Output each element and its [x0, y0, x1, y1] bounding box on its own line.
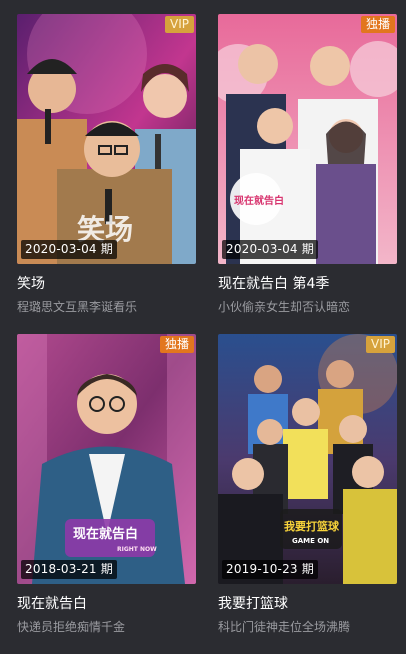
episode-date: 2019-10-23 期	[222, 560, 318, 579]
poster-logo-text: 现在就告白	[234, 194, 284, 207]
poster-logo-subtext: GAME ON	[292, 537, 329, 545]
poster-thumbnail[interactable]: 笑场 VIP 2020-03-04 期	[17, 14, 196, 264]
poster-thumbnail[interactable]: 我要打篮球 GAME ON VIP 2019-10-23 期	[218, 334, 397, 584]
poster-logo-text: 现在就告白	[73, 526, 138, 542]
show-subtitle: 小伙偷亲女生却否认暗恋	[218, 300, 351, 314]
show-title[interactable]: 现在就告白	[17, 595, 196, 613]
show-subtitle: 科比门徒神走位全场沸腾	[218, 620, 351, 634]
vip-badge: VIP	[165, 16, 194, 33]
exclusive-badge: 独播	[360, 16, 395, 33]
poster-thumbnail[interactable]: 现在就告白 独播 2020-03-04 期	[218, 14, 397, 264]
episode-date: 2018-03-21 期	[21, 560, 117, 579]
show-subtitle: 程璐思文互黑李诞看乐	[17, 300, 138, 314]
show-subtitle: 快递员拒绝痴情千金	[17, 620, 126, 634]
show-grid: 笑场 VIP 2020-03-04 期 笑场 程璐思文互黑李诞看乐 现在就告白 …	[17, 14, 397, 654]
vip-badge: VIP	[366, 336, 395, 353]
poster-image: 现在就告白 RIGHT NOW	[17, 334, 196, 584]
exclusive-badge: 独播	[159, 336, 194, 353]
poster-logo-text: 我要打篮球	[284, 519, 340, 533]
poster-image: 笑场	[17, 14, 196, 264]
episode-date: 2020-03-04 期	[222, 240, 318, 259]
poster-image: 我要打篮球 GAME ON	[218, 334, 397, 584]
episode-date: 2020-03-04 期	[21, 240, 117, 259]
show-card-xianzai-jiu-gaobai[interactable]: 现在就告白 RIGHT NOW 独播 2018-03-21 期 现在就告白 快递…	[17, 334, 196, 654]
show-title[interactable]: 笑场	[17, 275, 196, 293]
show-card-xiaochang[interactable]: 笑场 VIP 2020-03-04 期 笑场 程璐思文互黑李诞看乐	[17, 14, 196, 334]
show-card-wo-yao-da-lanqiu[interactable]: 我要打篮球 GAME ON VIP 2019-10-23 期 我要打篮球 科比门…	[218, 334, 397, 654]
poster-logo-subtext: RIGHT NOW	[117, 546, 157, 553]
poster-thumbnail[interactable]: 现在就告白 RIGHT NOW 独播 2018-03-21 期	[17, 334, 196, 584]
show-title[interactable]: 现在就告白 第4季	[218, 275, 397, 293]
show-title[interactable]: 我要打篮球	[218, 595, 397, 613]
show-card-xianzai-jiu-gaobai-s4[interactable]: 现在就告白 独播 2020-03-04 期 现在就告白 第4季 小伙偷亲女生却否…	[218, 14, 397, 334]
poster-image: 现在就告白	[218, 14, 397, 264]
